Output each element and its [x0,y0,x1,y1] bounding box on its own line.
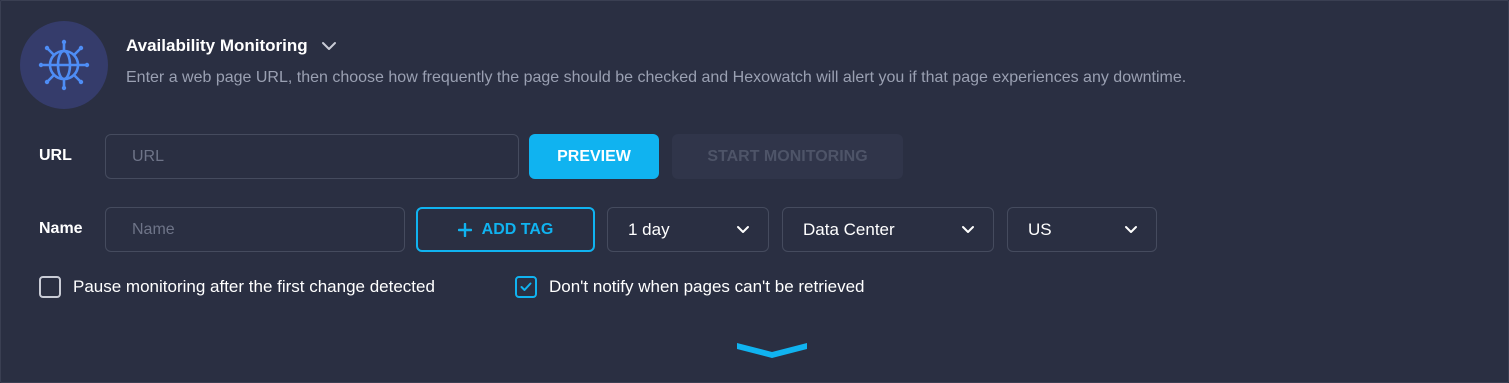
availability-monitoring-panel: Availability Monitoring Enter a web page… [0,0,1509,383]
url-label: URL [39,147,72,164]
globe-icon [38,39,90,91]
monitor-type-dropdown[interactable] [318,35,340,57]
pause-monitoring-label: Pause monitoring after the first change … [73,277,435,296]
location-type-value: Data Center [803,219,895,239]
plus-icon [457,222,472,237]
page-description: Enter a web page URL, then choose how fr… [126,69,1187,86]
frequency-value: 1 day [628,219,670,239]
monitor-type-logo [20,21,108,109]
chevron-down-icon [737,343,807,358]
title-row: Availability Monitoring [126,35,340,57]
pause-monitoring-checkbox[interactable] [39,276,61,298]
preview-button[interactable]: PREVIEW [529,134,659,179]
chevron-down-icon [737,226,749,233]
chevron-down-icon [962,226,974,233]
no-notify-option[interactable]: Don't notify when pages can't be retriev… [515,276,865,298]
name-label: Name [39,220,83,237]
url-input[interactable] [105,134,519,179]
add-tag-button[interactable]: ADD TAG [416,207,595,252]
location-type-select[interactable]: Data Center [782,207,994,252]
country-value: US [1028,219,1052,239]
no-notify-checkbox[interactable] [515,276,537,298]
pause-monitoring-option[interactable]: Pause monitoring after the first change … [39,276,435,298]
chevron-down-icon [321,42,336,50]
page-title: Availability Monitoring [126,36,308,55]
add-tag-label: ADD TAG [481,220,554,238]
chevron-down-icon [1125,226,1137,233]
frequency-select[interactable]: 1 day [607,207,769,252]
expand-advanced-button[interactable] [735,339,809,361]
country-select[interactable]: US [1007,207,1157,252]
checkmark-icon [520,282,532,291]
no-notify-label: Don't notify when pages can't be retriev… [549,277,865,296]
start-monitoring-button[interactable]: START MONITORING [672,134,903,179]
name-input[interactable] [105,207,405,252]
